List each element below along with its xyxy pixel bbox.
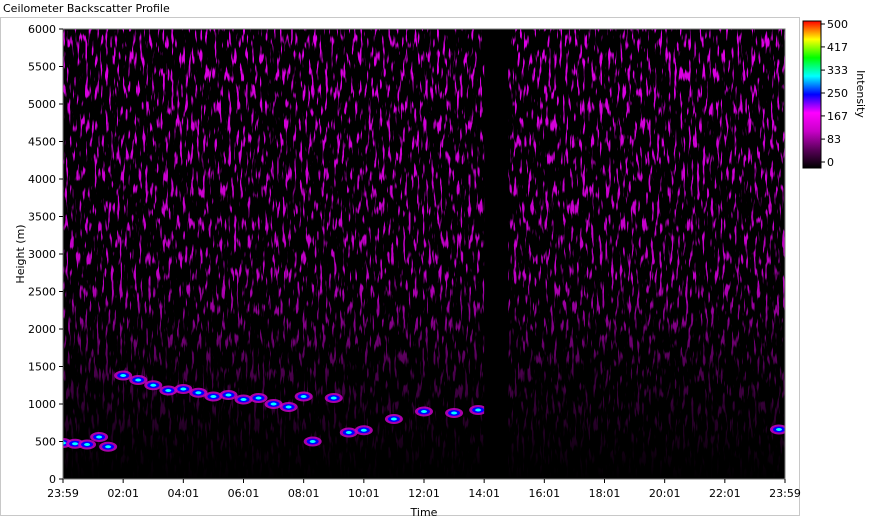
- cloud-mark-core: [330, 396, 337, 400]
- cloud-mark-core: [72, 442, 79, 446]
- colorbar-tick-label: 417: [827, 41, 848, 54]
- colorbar-tick-label: 333: [827, 64, 848, 77]
- cloud-mark-core: [225, 393, 232, 397]
- colorbar-ticks: 500 417 333 250 167 83 0: [821, 18, 848, 169]
- cloud-mark-core: [96, 435, 103, 439]
- colorbar-tick-label: 500: [827, 18, 848, 31]
- y-tick-label: 5500: [28, 61, 56, 74]
- cloud-mark-core: [84, 443, 91, 446]
- y-tick-label: 3500: [28, 211, 56, 224]
- cloud-mark-core: [210, 395, 217, 398]
- colorbar-tick-label: 0: [827, 156, 834, 169]
- x-axis: 23:59 02:01 04:01 06:01 08:01 10:01 12:01 14:01…: [47, 479, 801, 500]
- cloud-mark-core: [180, 387, 187, 391]
- cloud-mark-core: [451, 411, 458, 415]
- x-tick-label: 23:59: [47, 487, 79, 500]
- cloud-mark-core: [105, 445, 112, 449]
- x-tick-label: 04:01: [167, 487, 199, 500]
- y-tick-label: 3000: [28, 248, 56, 261]
- cloud-mark-core: [300, 395, 307, 398]
- cloud-mark-core: [775, 428, 782, 431]
- backscatter-chart: 0500100015002000250030003500400045005000…: [14, 18, 867, 519]
- x-tick-label: 20:01: [649, 487, 681, 500]
- cloud-mark-core: [345, 431, 352, 434]
- y-tick-label: 5000: [28, 98, 56, 111]
- y-tick-label: 2500: [28, 286, 56, 299]
- cloud-mark-core: [421, 410, 427, 413]
- y-axis-title: Height (m): [14, 224, 27, 283]
- y-tick-label: 0: [49, 473, 56, 486]
- cloud-mark-core: [390, 417, 397, 421]
- x-tick-label: 16:01: [528, 487, 560, 500]
- x-tick-label: 08:01: [288, 487, 320, 500]
- colorbar-tick-label: 167: [827, 110, 848, 123]
- cloud-mark-core: [240, 398, 247, 401]
- cloud-mark-core: [135, 378, 142, 382]
- x-axis-title: Time: [410, 506, 438, 519]
- colorbar: [802, 20, 822, 169]
- x-tick-label: 14:01: [468, 487, 500, 500]
- x-tick-label: 02:01: [107, 487, 139, 500]
- y-tick-label: 6000: [28, 23, 56, 36]
- cloud-mark-core: [255, 396, 262, 400]
- x-tick-label: 12:01: [408, 487, 440, 500]
- cloud-mark-core: [285, 405, 292, 409]
- colorbar-tick-label: 250: [827, 87, 848, 100]
- x-tick-label: 10:01: [348, 487, 380, 500]
- cloud-mark-core: [360, 428, 367, 432]
- colorbar-tick-label: 83: [827, 133, 841, 146]
- y-axis: 0 500 1000 1500 2000 2500 3000 3500 4000 4500 5000…: [28, 23, 63, 486]
- y-tick-label: 1500: [28, 361, 56, 374]
- x-tick-label: 18:01: [589, 487, 621, 500]
- x-tick-label: 06:01: [228, 487, 260, 500]
- cloud-mark-core: [120, 374, 127, 377]
- cloud-mark-core: [475, 408, 482, 412]
- y-tick-label: 2000: [28, 323, 56, 336]
- y-tick-label: 4000: [28, 173, 56, 186]
- cloud-mark-core: [150, 383, 157, 387]
- y-tick-label: 4500: [28, 136, 56, 149]
- data-gap: [484, 29, 509, 479]
- x-tick-label: 23:59: [769, 487, 801, 500]
- cloud-mark-core: [165, 389, 172, 392]
- y-tick-label: 1000: [28, 398, 56, 411]
- y-tick-label: 500: [35, 436, 56, 449]
- cloud-mark-core: [309, 440, 316, 443]
- colorbar-title: Intensity: [854, 70, 867, 118]
- cloud-mark-core: [195, 391, 202, 395]
- x-tick-label: 22:01: [709, 487, 741, 500]
- cloud-mark-core: [270, 402, 277, 406]
